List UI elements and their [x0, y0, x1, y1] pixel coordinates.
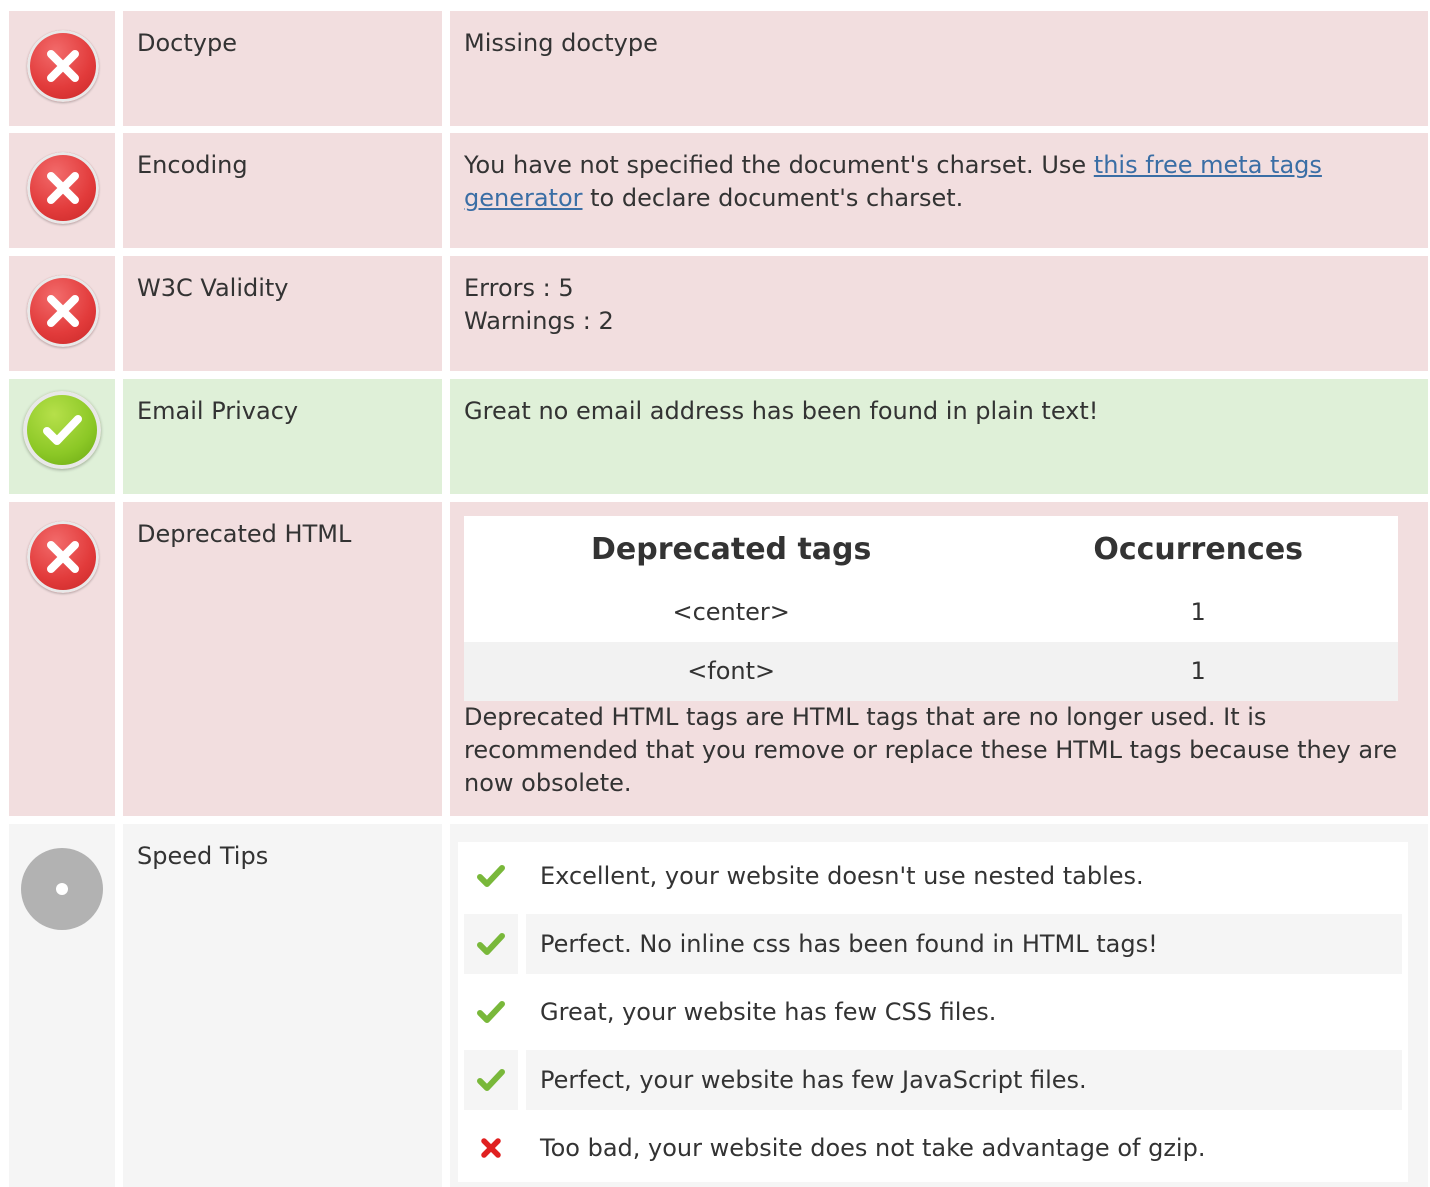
check-icon [464, 846, 518, 906]
row-label: W3C Validity [123, 256, 442, 371]
row-doctype: Doctype Missing doctype [9, 11, 1428, 126]
row-deprecated-html: Deprecated HTML Deprecated tags Occurren… [9, 502, 1428, 816]
row-value: Great no email address has been found in… [450, 379, 1428, 494]
error-icon [27, 521, 99, 593]
row-value: Deprecated tags Occurrences <center> 1 <… [450, 502, 1428, 816]
row-value: Missing doctype [450, 11, 1428, 126]
row-value: You have not specified the document's ch… [450, 133, 1428, 248]
list-item: Perfect. No inline css has been found in… [464, 910, 1402, 978]
status-cell [9, 11, 115, 126]
tag-cell: <font> [464, 642, 999, 701]
list-item: Too bad, your website does not take adva… [464, 1114, 1402, 1182]
tip-text: Too bad, your website does not take adva… [540, 1133, 1206, 1162]
deprecated-note: Deprecated HTML tags are HTML tags that … [464, 703, 1398, 797]
row-label: Email Privacy [123, 379, 442, 494]
table-row: <font> 1 [464, 642, 1398, 701]
row-label: Doctype [123, 11, 442, 126]
tip-text: Excellent, your website doesn't use nest… [540, 861, 1144, 890]
status-cell [9, 379, 115, 494]
list-item: Great, your website has few CSS files. [464, 978, 1402, 1046]
deprecated-tags-table: Deprecated tags Occurrences <center> 1 <… [464, 516, 1398, 701]
column-header: Occurrences [998, 516, 1398, 583]
tip-text: Great, your website has few CSS files. [540, 997, 997, 1026]
error-icon [27, 30, 99, 102]
status-cell [9, 133, 115, 248]
tag-cell: <center> [464, 583, 999, 642]
error-icon [27, 275, 99, 347]
check-icon [464, 982, 518, 1042]
encoding-text-before: You have not specified the document's ch… [464, 151, 1094, 179]
row-label: Speed Tips [123, 824, 442, 1187]
tip-text: Perfect. No inline css has been found in… [526, 914, 1402, 974]
error-icon [27, 152, 99, 224]
warnings-count: Warnings : 2 [464, 307, 614, 335]
list-item: Perfect, your website has few JavaScript… [464, 1046, 1402, 1114]
tip-text: Perfect, your website has few JavaScript… [526, 1050, 1402, 1110]
check-icon [464, 914, 518, 974]
row-encoding: Encoding You have not specified the docu… [9, 133, 1428, 248]
row-speed-tips: Speed Tips Excellent, your website doesn… [9, 824, 1428, 1187]
errors-count: Errors : 5 [464, 274, 574, 302]
speed-tips-list: Excellent, your website doesn't use nest… [458, 842, 1408, 1182]
count-cell: 1 [998, 583, 1398, 642]
neutral-status-icon [21, 848, 103, 930]
row-value: Excellent, your website doesn't use nest… [450, 824, 1428, 1187]
status-cell [9, 502, 115, 816]
row-label: Encoding [123, 133, 442, 248]
success-check-icon [23, 391, 101, 469]
count-cell: 1 [998, 642, 1398, 701]
row-w3c-validity: W3C Validity Errors : 5 Warnings : 2 [9, 256, 1428, 371]
row-email-privacy: Email Privacy Great no email address has… [9, 379, 1428, 494]
list-item: Excellent, your website doesn't use nest… [464, 842, 1402, 910]
table-row: <center> 1 [464, 583, 1398, 642]
encoding-text-after: to declare document's charset. [582, 184, 964, 212]
column-header: Deprecated tags [464, 516, 999, 583]
status-cell [9, 824, 115, 1187]
row-label: Deprecated HTML [123, 502, 442, 816]
row-value: Errors : 5 Warnings : 2 [450, 256, 1428, 371]
status-cell [9, 256, 115, 371]
cross-icon [464, 1118, 518, 1178]
check-icon [464, 1050, 518, 1110]
